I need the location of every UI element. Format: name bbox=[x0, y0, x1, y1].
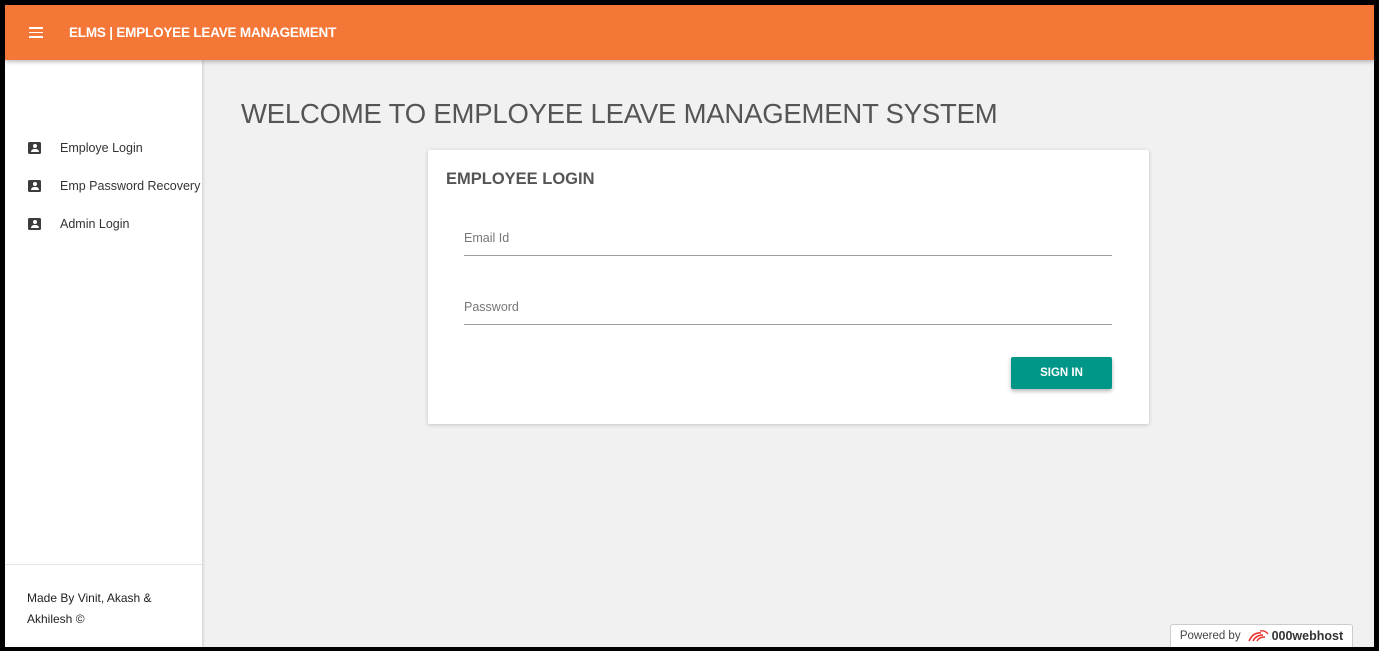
app-brand-title[interactable]: ELMS | EMPLOYEE LEAVE MANAGEMENT bbox=[69, 25, 336, 40]
powered-by-badge[interactable]: Powered by 000webhost bbox=[1170, 624, 1353, 647]
app-window: ELMS | EMPLOYEE LEAVE MANAGEMENT Employe… bbox=[5, 5, 1374, 647]
login-card-title: EMPLOYEE LOGIN bbox=[446, 170, 595, 188]
sidebar-item-label: Admin Login bbox=[60, 217, 130, 231]
account-box-icon bbox=[28, 180, 41, 192]
top-app-bar: ELMS | EMPLOYEE LEAVE MANAGEMENT bbox=[5, 5, 1374, 60]
login-card: EMPLOYEE LOGIN SIGN IN bbox=[428, 150, 1149, 424]
page-title: WELCOME TO EMPLOYEE LEAVE MANAGEMENT SYS… bbox=[241, 98, 998, 129]
powered-by-label: Powered by bbox=[1179, 630, 1241, 642]
sidebar-item-emp-password-recovery[interactable]: Emp Password Recovery bbox=[5, 167, 202, 205]
sign-in-button[interactable]: SIGN IN bbox=[1011, 357, 1112, 389]
sidebar-item-employe-login[interactable]: Employe Login bbox=[5, 129, 202, 167]
sidebar-item-admin-login[interactable]: Admin Login bbox=[5, 205, 202, 243]
000webhost-logo-icon bbox=[1247, 630, 1269, 642]
email-field[interactable] bbox=[464, 220, 1112, 256]
account-box-icon bbox=[28, 142, 41, 154]
sidebar-nav: Employe Login Emp Password Recovery Admi… bbox=[5, 60, 202, 243]
credits-line-2: Akhilesh © bbox=[27, 612, 85, 626]
password-field[interactable] bbox=[464, 289, 1112, 325]
sidebar-footer: Made By Vinit, Akash & Akhilesh © bbox=[5, 564, 202, 647]
sidebar-item-label: Employe Login bbox=[60, 141, 143, 155]
host-name: 000webhost bbox=[1271, 629, 1344, 643]
main-content: WELCOME TO EMPLOYEE LEAVE MANAGEMENT SYS… bbox=[202, 60, 1374, 647]
sidebar-item-label: Emp Password Recovery bbox=[60, 179, 201, 193]
sidebar: Employe Login Emp Password Recovery Admi… bbox=[5, 60, 202, 647]
credits-line-1: Made By Vinit, Akash & bbox=[27, 591, 152, 605]
account-box-icon bbox=[28, 218, 41, 230]
hamburger-menu-icon[interactable] bbox=[29, 27, 43, 38]
